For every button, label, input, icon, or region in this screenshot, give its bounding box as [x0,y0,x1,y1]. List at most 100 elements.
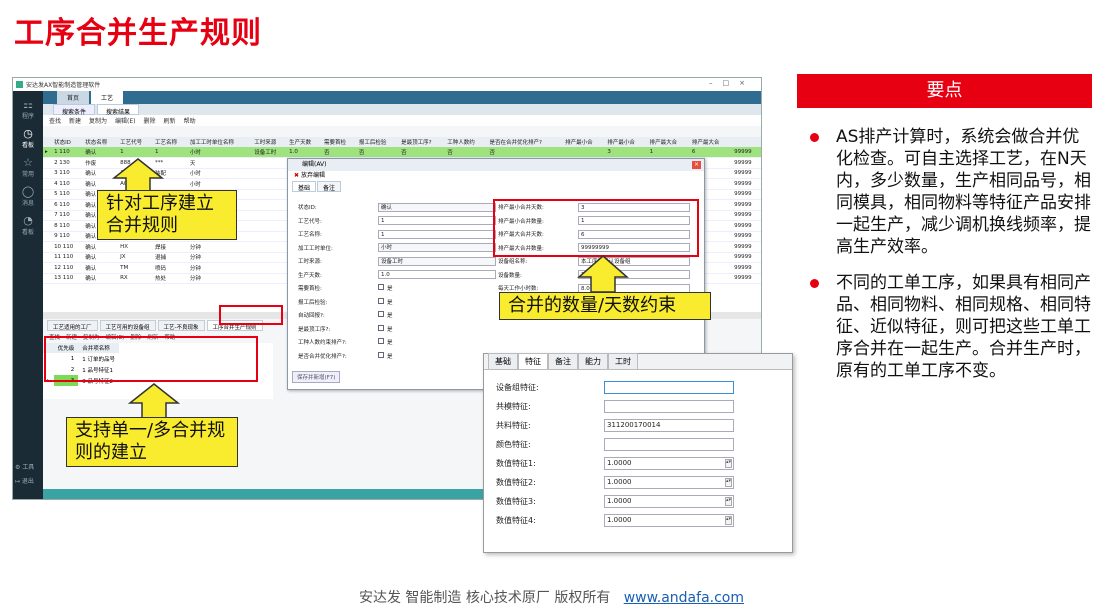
search-tab[interactable]: 搜索结果 [97,104,140,116]
edit-dialog-tab[interactable]: 基础 [292,181,317,192]
field-input[interactable]: 1.0000 ▴▾ [604,513,734,527]
table-cell [43,241,53,253]
toolbar-button[interactable]: 删除 [144,116,156,125]
checkbox-box[interactable] [378,338,384,344]
feature-dialog: 基础 特征 备注 能力 工时 设备组特征: 共模特征: 共料特征: 311200170014 颜… [483,353,793,553]
column-header[interactable]: 排产最大合 [689,137,733,147]
logout-button[interactable]: ↦ 退出 [15,475,34,489]
column-header[interactable] [43,137,53,147]
table-cell [252,157,288,169]
column-header[interactable]: 排产最小合 [605,137,648,147]
spinner-icon[interactable]: ▴▾ [725,477,732,487]
spinner-icon[interactable]: ▴▾ [725,496,732,506]
feature-tab[interactable]: 能力 [578,353,608,369]
field-input[interactable]: 1.0 [378,270,496,279]
field-input[interactable]: 1.0000 ▴▾ [604,494,734,508]
field-input[interactable]: 设备工时 [378,256,496,266]
checkbox-box[interactable] [378,284,384,290]
table-cell: 小时 [187,147,253,158]
feature-tab[interactable]: 工时 [608,353,638,369]
save-and-new-button[interactable]: 保存并新增(F7) [292,371,341,383]
spinner-icon[interactable]: ▴▾ [725,515,732,525]
table-cell [43,231,53,242]
feature-tab[interactable]: 基础 [488,353,518,369]
toolbar-button[interactable]: 新建 [69,116,81,125]
tab-1[interactable]: 工艺 [91,91,124,104]
sidebar-item[interactable]: ◷ 看板 [13,128,43,150]
checkbox-box[interactable] [378,297,384,304]
toolbar-button[interactable]: 复制为 [89,116,107,125]
cancel-edit-icon[interactable]: ✖ [294,172,299,179]
field-label: 工种人数约束排产?: [298,340,347,346]
table-row[interactable]: ▸ 1 110 确认 1 1 小时 设备工时 1.0 否否否否否 3 1 6 99999 [43,147,761,158]
checkbox-label: 是 [387,326,393,333]
column-header[interactable]: 工艺代号 [118,137,153,147]
column-header[interactable]: 排产最大合 [647,137,690,147]
feature-tab[interactable]: 特征 [518,353,548,369]
toolbar-button[interactable]: 编辑(E) [115,116,135,125]
field-input[interactable] [604,380,734,394]
checkbox[interactable]: 是 [378,324,393,333]
spinner-icon[interactable]: ▴▾ [725,458,732,468]
column-header[interactable]: 加工工时单位名称 [187,137,253,147]
tab-0[interactable]: 首页 [57,91,90,104]
table-cell [43,220,53,232]
field-input[interactable]: 1 [378,229,496,239]
sub-tab[interactable]: 工艺适用的工厂 [47,320,98,331]
table-cell: 99999 [732,262,761,274]
checkbox-box[interactable] [378,311,384,317]
sidebar-item[interactable]: ⚏ 程序 [13,99,43,121]
checkbox[interactable]: 是 [378,311,393,319]
window-controls[interactable]: –□× [709,79,755,87]
column-header[interactable]: 状态ID [52,137,84,147]
message-icon: ◯ [21,185,35,198]
table-cell [43,252,53,263]
column-header[interactable]: 状态名称 [83,137,119,147]
cancel-edit-button[interactable]: 放弃编辑 [301,172,325,179]
feature-tab[interactable]: 备注 [548,353,578,369]
column-header[interactable]: 工艺名称 [152,137,188,147]
column-header[interactable]: 是最顶工序? [399,137,446,147]
callout-middle: 合并的数量/天数约束 [499,292,711,320]
toolbar-button[interactable]: 帮助 [184,116,196,125]
table-cell [252,178,288,190]
column-header[interactable]: 需要首检 [321,137,357,147]
column-header[interactable]: 工种人数约 [445,137,488,147]
sidebar-item[interactable]: ◔ 看板 [13,215,43,237]
checkbox[interactable]: 是 [378,351,393,360]
field-label: 自动回报?: [298,313,325,319]
table-cell [43,210,53,221]
checkbox[interactable]: 是 [378,297,393,306]
sub-tab[interactable]: 工艺-不良现象 [157,320,205,331]
tools-button[interactable]: ⚙ 工具 [15,461,34,475]
field-input[interactable] [604,399,734,413]
column-header[interactable]: 工时来源 [252,137,288,147]
column-header[interactable]: 是否在合并优化排产? [487,137,564,147]
sub-tab[interactable]: 工艺可用的设备组 [99,320,156,331]
footer-link[interactable]: www.andafa.com [624,590,744,606]
field-input[interactable] [604,437,734,451]
toolbar-button[interactable]: 刷新 [164,116,176,125]
field-input[interactable]: 1.0000 ▴▾ [604,456,734,470]
field-input[interactable]: 确认 [378,202,496,212]
edit-dialog-tab[interactable]: 备注 [317,181,342,192]
checkbox[interactable]: 是 [378,338,393,346]
sidebar-item[interactable]: ☆ 常用 [13,157,43,179]
sidebar-item[interactable]: ◯ 消息 [13,185,43,208]
field-input[interactable]: 1.0000 ▴▾ [604,475,734,489]
checkbox[interactable]: 是 [378,284,393,292]
checkbox-box[interactable] [378,351,384,358]
column-header[interactable]: 报工后检验 [356,137,400,147]
field-input[interactable]: 1 [378,216,496,225]
close-icon[interactable]: × [692,161,701,169]
field-label: 每天工作小时数: [498,286,539,292]
field-input[interactable]: 小时 [378,243,496,252]
search-tab[interactable]: 搜索条件 [53,104,96,116]
field-input[interactable]: 311200170014 [604,418,734,432]
table-cell: 小时 [187,178,253,190]
checkbox-box[interactable] [378,324,384,331]
column-header[interactable]: 排产最小合 [563,137,606,147]
toolbar-button[interactable]: 查找 [49,116,61,125]
column-header[interactable]: 生产天数 [287,137,322,147]
column-header[interactable] [732,137,761,147]
